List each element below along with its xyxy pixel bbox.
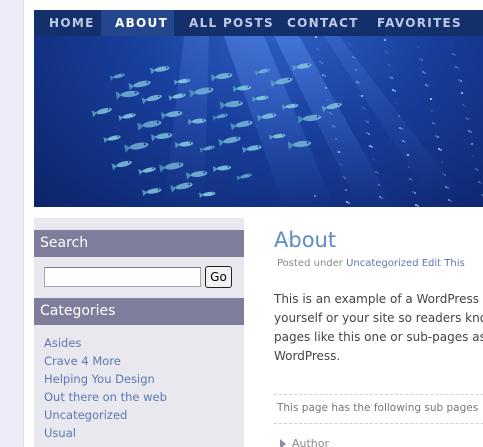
post-body: This is an example of a WordPress p your…: [274, 290, 483, 366]
category-link[interactable]: Usual: [44, 426, 167, 444]
body-line: yourself or your site so readers know: [274, 311, 483, 325]
subpages-box: This page has the following sub pages: [274, 394, 483, 424]
post: About Posted under Uncategorized Edit Th…: [274, 218, 483, 447]
nav-item-all-posts[interactable]: ALL POSTS: [175, 10, 274, 36]
page: HOME ABOUT ALL POSTS CONTACT FAVORITES S…: [24, 0, 483, 447]
category-link[interactable]: Uncategorized: [44, 408, 167, 426]
body-line: WordPress.: [274, 349, 341, 363]
fish-school-image: [91, 36, 483, 207]
category-link[interactable]: Crave 4 More: [44, 354, 167, 372]
nav-item-contact[interactable]: CONTACT: [274, 10, 362, 36]
categories-heading: Categories: [34, 298, 244, 325]
nav-item-home[interactable]: HOME: [34, 10, 100, 36]
category-link[interactable]: Helping You Design: [44, 372, 167, 390]
window-left-edge: [0, 0, 24, 447]
header-banner: [34, 36, 483, 207]
page-title: About: [274, 228, 337, 252]
post-meta: Posted under Uncategorized Edit This: [277, 258, 465, 269]
search-input[interactable]: [44, 267, 201, 287]
body-line: This is an example of a WordPress p: [274, 292, 483, 306]
category-link[interactable]: Asides: [44, 336, 167, 354]
sidebar: Search Go Categories Asides Crave 4 More…: [34, 218, 244, 447]
nav-item-about[interactable]: ABOUT: [101, 10, 174, 36]
search-heading: Search: [34, 230, 244, 257]
categories-list: Asides Crave 4 More Helping You Design O…: [44, 336, 167, 444]
search-go-button[interactable]: Go: [205, 266, 232, 288]
body-line: pages like this one or sub-pages as: [274, 330, 483, 344]
author-label: Author: [292, 437, 330, 447]
edit-this-link[interactable]: Edit This: [422, 258, 465, 269]
main-nav: HOME ABOUT ALL POSTS CONTACT FAVORITES: [34, 10, 483, 36]
meta-prefix: Posted under: [277, 258, 343, 269]
meta-category-link[interactable]: Uncategorized: [346, 258, 418, 269]
author-toggle[interactable]: Author: [280, 437, 329, 447]
triangle-right-icon: [280, 439, 286, 447]
subpages-text: This page has the following sub pages: [277, 402, 479, 414]
nav-item-favorites[interactable]: FAVORITES: [363, 10, 473, 36]
category-link[interactable]: Out there on the web: [44, 390, 167, 408]
